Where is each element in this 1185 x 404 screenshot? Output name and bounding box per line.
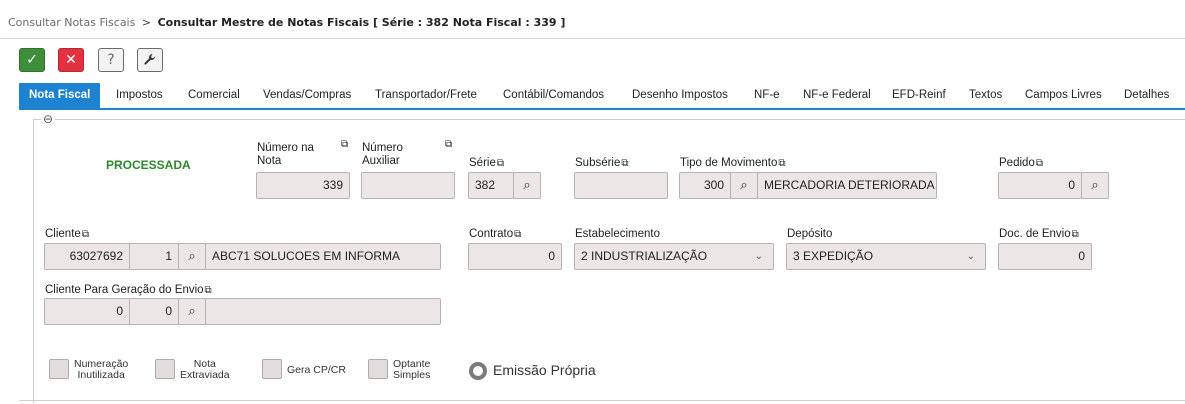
page-title: Consultar Mestre de Notas Fiscais [ Séri…	[157, 16, 566, 29]
emissao-propria-radio[interactable]	[469, 362, 487, 380]
cliente-code-field[interactable]: 63027692	[44, 243, 130, 270]
cliente-seq-field[interactable]: 1	[129, 243, 179, 270]
numero-nota-label: Número na Nota	[257, 142, 314, 167]
tab-nfe-federal[interactable]: NF-e Federal	[803, 83, 871, 109]
optante-simples-label: Optante Simples	[393, 358, 431, 381]
estabelecimento-label: Estabelecimento	[575, 228, 661, 240]
copy-icon[interactable]: ⧉	[497, 158, 504, 169]
tab-detalhes[interactable]: Detalhes	[1124, 83, 1169, 109]
tab-underline	[19, 108, 1185, 110]
tab-vendas-compras[interactable]: Vendas/Compras	[263, 83, 351, 109]
tab-campos-livres[interactable]: Campos Livres	[1025, 83, 1102, 109]
tipo-movimento-code-field[interactable]: 300	[679, 172, 731, 199]
contrato-field[interactable]: 0	[468, 243, 562, 270]
cliente-label: Cliente⧉	[45, 228, 89, 240]
status-label: PROCESSADA	[106, 158, 191, 172]
cliente-envio-seq-field[interactable]: 0	[129, 298, 179, 325]
serie-search-button[interactable]: ⌕	[513, 172, 541, 199]
search-icon: ⌕	[523, 178, 531, 193]
pedido-field[interactable]: 0	[998, 172, 1082, 199]
cliente-envio-name-field	[205, 298, 441, 325]
tab-desenho-impostos[interactable]: Desenho Impostos	[632, 83, 728, 109]
tab-contabil-comandos[interactable]: Contábil/Comandos	[503, 83, 604, 109]
copy-icon[interactable]: ⧉	[778, 158, 785, 169]
cliente-envio-code-field[interactable]: 0	[44, 298, 130, 325]
tab-impostos[interactable]: Impostos	[116, 83, 163, 109]
contrato-label: Contrato⧉	[469, 228, 522, 240]
deposito-select[interactable]: 3 EXPEDIÇÃO ⌄	[786, 243, 986, 270]
optante-simples-checkbox[interactable]	[368, 359, 388, 379]
wrench-icon	[144, 54, 155, 65]
search-icon: ⌕	[188, 304, 196, 319]
doc-envio-label: Doc. de Envio⧉	[999, 228, 1079, 240]
tab-comercial[interactable]: Comercial	[188, 83, 240, 109]
tab-nota-fiscal[interactable]: Nota Fiscal	[19, 83, 101, 109]
copy-icon[interactable]: ⧉	[341, 138, 348, 151]
header-divider	[0, 38, 1185, 39]
nota-extraviada-checkbox[interactable]	[155, 359, 175, 379]
serie-field[interactable]: 382	[468, 172, 514, 199]
estabelecimento-select[interactable]: 2 INDUSTRIALIZAÇÃO ⌄	[574, 243, 774, 270]
chevron-down-icon: ⌄	[754, 251, 763, 262]
pedido-search-button[interactable]: ⌕	[1081, 172, 1109, 199]
tab-bar: Nota Fiscal Impostos Comercial Vendas/Co…	[19, 83, 1185, 109]
copy-icon[interactable]: ⧉	[1072, 229, 1079, 240]
breadcrumb-separator: >	[141, 16, 152, 29]
tab-textos[interactable]: Textos	[969, 83, 1002, 109]
numeracao-inutilizada-label: Numeração Inutilizada	[74, 358, 129, 381]
collapse-icon[interactable]: ⊖	[41, 113, 55, 127]
breadcrumb-parent-link[interactable]: Consultar Notas Fiscais	[8, 16, 135, 29]
close-icon: ✕	[65, 52, 77, 68]
search-icon: ⌕	[740, 178, 748, 193]
copy-icon[interactable]: ⧉	[621, 158, 628, 169]
confirm-button[interactable]: ✓	[19, 48, 45, 72]
copy-icon[interactable]: ⧉	[82, 229, 89, 240]
chevron-down-icon: ⌄	[966, 251, 975, 262]
copy-icon[interactable]: ⧉	[445, 138, 452, 151]
subserie-label: Subsérie⧉	[575, 157, 629, 169]
search-icon: ⌕	[188, 249, 196, 264]
cliente-envio-label: Cliente Para Geração do Envio⧉	[45, 284, 212, 296]
cliente-search-button[interactable]: ⌕	[178, 243, 206, 270]
deposito-label: Depósito	[787, 228, 833, 240]
numero-auxiliar-label: Número Auxiliar	[362, 142, 403, 167]
tools-button[interactable]	[137, 48, 163, 72]
breadcrumb: Consultar Notas Fiscais > Consultar Mest…	[8, 16, 565, 29]
numero-nota-field[interactable]: 339	[256, 172, 350, 199]
copy-icon[interactable]: ⧉	[1036, 158, 1043, 169]
nota-extraviada-label: Nota Extraviada	[180, 358, 230, 381]
panel-bottom-border	[19, 400, 1185, 401]
check-icon: ✓	[26, 52, 38, 68]
help-button[interactable]: ?	[98, 48, 124, 72]
copy-icon[interactable]: ⧉	[514, 229, 521, 240]
doc-envio-field[interactable]: 0	[998, 243, 1092, 270]
tipo-movimento-search-button[interactable]: ⌕	[730, 172, 758, 199]
tipo-movimento-label: Tipo de Movimento⧉	[680, 157, 786, 169]
tipo-movimento-description-field: MERCADORIA DETERIORADA	[757, 172, 937, 199]
cancel-button[interactable]: ✕	[58, 48, 84, 72]
tab-nfe[interactable]: NF-e	[754, 83, 780, 109]
search-icon: ⌕	[1091, 178, 1099, 193]
cliente-envio-search-button[interactable]: ⌕	[178, 298, 206, 325]
gera-cp-cr-label: Gera CP/CR	[287, 364, 346, 376]
cliente-name-field: ABC71 SOLUCOES EM INFORMA	[205, 243, 441, 270]
tab-efd-reinf[interactable]: EFD-Reinf	[892, 83, 946, 109]
emissao-propria-label: Emissão Própria	[493, 362, 596, 378]
numeracao-inutilizada-checkbox[interactable]	[49, 359, 69, 379]
subserie-field[interactable]	[574, 172, 668, 199]
tab-transportador-frete[interactable]: Transportador/Frete	[375, 83, 477, 109]
serie-label: Série⧉	[469, 157, 504, 169]
copy-icon[interactable]: ⧉	[205, 285, 212, 296]
gera-cp-cr-checkbox[interactable]	[262, 359, 282, 379]
numero-auxiliar-field[interactable]	[361, 172, 455, 199]
question-icon: ?	[107, 52, 115, 68]
pedido-label: Pedido⧉	[999, 157, 1043, 169]
